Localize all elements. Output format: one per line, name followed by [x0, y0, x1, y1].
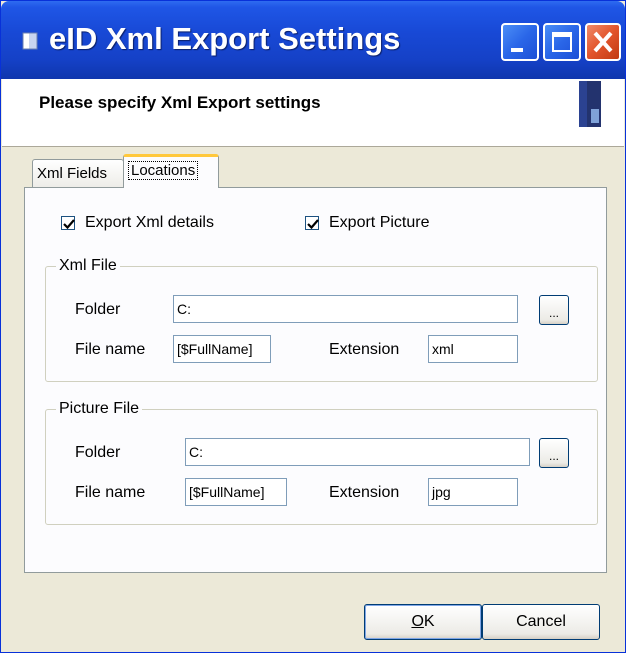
dialog-window: eID Xml Export Settings Please specify X… [0, 0, 626, 653]
close-button[interactable] [585, 23, 621, 61]
title-bar[interactable]: eID Xml Export Settings [1, 1, 625, 79]
tab-xml-fields[interactable]: Xml Fields [32, 159, 124, 189]
header-text: Please specify Xml Export settings [39, 93, 321, 112]
xml-file-group [45, 266, 598, 382]
xml-filename-label: File name [75, 341, 146, 358]
export-xml-details-label: Export Xml details [85, 214, 214, 231]
close-icon [593, 31, 613, 53]
export-xml-details-checkbox[interactable] [61, 216, 75, 230]
id-card-icon [579, 81, 601, 127]
export-picture-checkbox[interactable] [305, 216, 319, 230]
tab-xml-fields-label: Xml Fields [37, 165, 108, 182]
window-title: eID Xml Export Settings [49, 21, 401, 56]
xml-folder-browse-button[interactable]: ... [539, 295, 569, 325]
minimize-icon [511, 48, 523, 52]
export-picture-option[interactable]: Export Picture [305, 214, 429, 232]
maximize-icon [552, 32, 572, 52]
tab-locations[interactable]: Locations [123, 154, 219, 188]
maximize-button[interactable] [543, 23, 581, 61]
xml-file-group-title: Xml File [56, 257, 120, 275]
picture-folder-input[interactable]: C: [185, 438, 530, 466]
xml-extension-input[interactable]: xml [428, 335, 518, 363]
xml-folder-input[interactable]: C: [173, 295, 518, 323]
picture-extension-input[interactable]: jpg [428, 478, 518, 506]
ok-mnemonic: O [411, 613, 424, 630]
ok-button[interactable]: OK [364, 604, 482, 640]
export-picture-label: Export Picture [329, 214, 430, 231]
cancel-button[interactable]: Cancel [482, 604, 600, 640]
export-xml-details-option[interactable]: Export Xml details [61, 214, 214, 232]
picture-folder-browse-button[interactable]: ... [539, 438, 569, 468]
picture-file-group-title: Picture File [56, 400, 143, 418]
checkmark-icon [63, 219, 75, 230]
xml-folder-label: Folder [75, 301, 121, 318]
xml-filename-input[interactable]: [$FullName] [173, 335, 271, 363]
xml-extension-label: Extension [329, 341, 400, 358]
minimize-button[interactable] [501, 23, 539, 61]
picture-file-group [45, 409, 598, 525]
ok-label: K [423, 613, 435, 630]
app-icon[interactable] [21, 31, 39, 51]
tab-locations-label: Locations [128, 161, 199, 180]
picture-filename-input[interactable]: [$FullName] [185, 478, 287, 506]
picture-filename-label: File name [75, 484, 146, 501]
checkmark-icon [307, 219, 319, 230]
picture-folder-label: Folder [75, 444, 121, 461]
header-panel [2, 79, 624, 147]
picture-extension-label: Extension [329, 484, 400, 501]
